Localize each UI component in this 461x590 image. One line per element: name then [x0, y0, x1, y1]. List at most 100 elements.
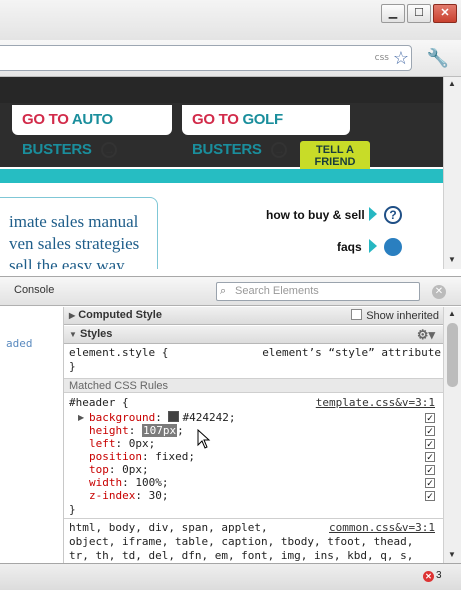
- error-icon[interactable]: ✕: [423, 571, 434, 582]
- help-icon[interactable]: ?: [384, 206, 402, 224]
- computed-style-header[interactable]: ▶ Computed Style Show inherited: [64, 307, 443, 325]
- scroll-down-icon[interactable]: ▼: [448, 255, 456, 264]
- promo-line: imate sales manual: [9, 212, 139, 231]
- how-to-buy-sell-link[interactable]: how to buy & sell: [266, 208, 365, 222]
- property-enabled-checkbox[interactable]: ✓: [425, 439, 435, 449]
- property-value[interactable]: 0px;: [122, 463, 149, 476]
- gear-icon[interactable]: ⚙▾: [417, 326, 435, 343]
- arrow-right-icon: →: [101, 142, 118, 159]
- collapse-arrow-icon: ▼: [69, 330, 77, 339]
- rule-selector-line[interactable]: object, iframe, table, caption, tbody, t…: [69, 535, 413, 548]
- scroll-up-icon[interactable]: ▲: [448, 309, 456, 318]
- scrollbar-thumb[interactable]: [447, 323, 458, 387]
- styles-scrollbar[interactable]: ▲ ▼: [443, 307, 461, 563]
- header-dark-band: [0, 77, 443, 103]
- property-name[interactable]: width: [89, 476, 122, 489]
- css-property-background[interactable]: background: #424242;: [89, 411, 235, 424]
- css-property-top[interactable]: top: 0px;: [89, 463, 149, 476]
- window-titlebar: ▁ ☐ ✕: [0, 0, 461, 40]
- tree-node-fragment[interactable]: aded: [6, 337, 33, 350]
- search-icon: ⌕: [220, 285, 227, 297]
- promo-box: imate sales manual ven sales strategies …: [0, 197, 158, 269]
- source-link[interactable]: template.css&v=3:1: [316, 396, 435, 409]
- property-value[interactable]: 0px;: [129, 437, 156, 450]
- scroll-down-icon[interactable]: ▼: [448, 550, 456, 559]
- faqs-link[interactable]: faqs: [337, 240, 362, 254]
- css-indicator[interactable]: css: [375, 53, 389, 63]
- mouse-pointer-icon: [197, 429, 211, 449]
- devtools-status-bar: ✕ 3: [0, 563, 461, 590]
- property-enabled-checkbox[interactable]: ✓: [425, 413, 435, 423]
- promo-line: ven sales strategies: [9, 234, 140, 253]
- element-style-rule: element.style { element’s “style” attrib…: [69, 346, 441, 359]
- devtools-toolbar: Console ⌕ Search Elements ✕: [0, 276, 461, 306]
- minimize-button[interactable]: ▁: [381, 4, 405, 23]
- property-enabled-checkbox[interactable]: ✓: [425, 452, 435, 462]
- page-scrollbar[interactable]: ▲ ▼: [443, 77, 461, 269]
- property-enabled-checkbox[interactable]: ✓: [425, 491, 435, 501]
- property-value[interactable]: 100%;: [135, 476, 168, 489]
- teal-divider-bar: [0, 169, 443, 183]
- property-name[interactable]: top: [89, 463, 109, 476]
- property-enabled-checkbox[interactable]: ✓: [425, 465, 435, 475]
- property-name[interactable]: position: [89, 450, 142, 463]
- nav-tab-auto-busters[interactable]: GO TO AUTO BUSTERS →: [12, 105, 172, 159]
- arrow-right-icon: [369, 239, 377, 253]
- computed-style-title: Computed Style: [78, 309, 162, 321]
- show-inherited-toggle[interactable]: Show inherited: [351, 308, 439, 325]
- browser-toolbar: css ☆ 🔧: [0, 40, 461, 77]
- css-property-height[interactable]: height: 107px;: [89, 424, 184, 437]
- address-bar[interactable]: css ☆: [0, 45, 412, 71]
- scroll-up-icon[interactable]: ▲: [448, 79, 456, 88]
- element-style-selector[interactable]: element.style {: [69, 346, 168, 359]
- property-value-selected[interactable]: 107px: [142, 424, 178, 437]
- tab-console[interactable]: Console: [14, 284, 54, 296]
- faq-icon[interactable]: [384, 238, 402, 256]
- search-elements-input[interactable]: ⌕ Search Elements: [216, 282, 420, 301]
- property-enabled-checkbox[interactable]: ✓: [425, 426, 435, 436]
- nav-tab-go-to: GO TO: [22, 111, 69, 128]
- tell-a-friend-line-1: TELL A: [316, 144, 354, 156]
- error-count[interactable]: 3: [436, 570, 442, 581]
- close-button[interactable]: ✕: [433, 4, 457, 23]
- rule-selector-line[interactable]: tr, th, td, del, dfn, em, font, img, ins…: [69, 549, 413, 562]
- elements-tree-pane: aded: [0, 307, 64, 563]
- nav-tab-go-to: GO TO: [192, 111, 239, 128]
- rule-selector[interactable]: #header {: [69, 396, 129, 409]
- tell-a-friend-button[interactable]: TELL A FRIEND: [300, 141, 370, 169]
- property-enabled-checkbox[interactable]: ✓: [425, 478, 435, 488]
- checkbox-icon: [351, 309, 363, 320]
- maximize-button[interactable]: ☐: [407, 4, 431, 23]
- styles-sidebar: ▶ Computed Style Show inherited ▼ Styles…: [64, 307, 443, 563]
- css-property-position[interactable]: position: fixed;: [89, 450, 195, 463]
- expand-arrow-icon[interactable]: ▶: [78, 413, 84, 422]
- common-rule-selector: html, body, div, span, applet, common.cs…: [69, 521, 439, 534]
- arrow-right-icon: →: [271, 142, 288, 159]
- page-viewport: GO TO AUTO BUSTERS → GO TO GOLF BUSTERS …: [0, 77, 443, 269]
- clear-search-icon[interactable]: ✕: [432, 285, 446, 299]
- property-value[interactable]: 30;: [149, 489, 169, 502]
- element-style-note: element’s “style” attribute: [262, 346, 441, 359]
- matched-css-rules-header: Matched CSS Rules: [64, 378, 443, 393]
- nav-tab-golf-busters[interactable]: GO TO GOLF BUSTERS →: [182, 105, 350, 159]
- property-name[interactable]: height: [89, 424, 129, 437]
- css-property-z-index[interactable]: z-index: 30;: [89, 489, 168, 502]
- property-name[interactable]: background: [89, 411, 155, 424]
- bookmark-star-icon[interactable]: ☆: [393, 47, 409, 69]
- rule-separator: [64, 518, 443, 519]
- property-value[interactable]: #424242;: [182, 411, 235, 424]
- tell-a-friend-line-2: FRIEND: [314, 156, 356, 168]
- rule-selector[interactable]: html, body, div, span, applet,: [69, 521, 268, 534]
- wrench-menu-icon[interactable]: 🔧: [427, 48, 449, 69]
- styles-title: Styles: [79, 328, 113, 340]
- promo-line: sell the easy way: [9, 256, 125, 269]
- property-value[interactable]: fixed;: [155, 450, 195, 463]
- source-link[interactable]: common.css&v=3:1: [329, 521, 435, 534]
- color-swatch[interactable]: [168, 411, 180, 422]
- css-property-width[interactable]: width: 100%;: [89, 476, 169, 489]
- search-placeholder: Search Elements: [235, 285, 319, 297]
- property-name[interactable]: left: [89, 437, 116, 450]
- styles-header[interactable]: ▼ Styles ⚙▾: [64, 326, 443, 344]
- property-name[interactable]: z-index: [89, 489, 135, 502]
- css-property-left[interactable]: left: 0px;: [89, 437, 155, 450]
